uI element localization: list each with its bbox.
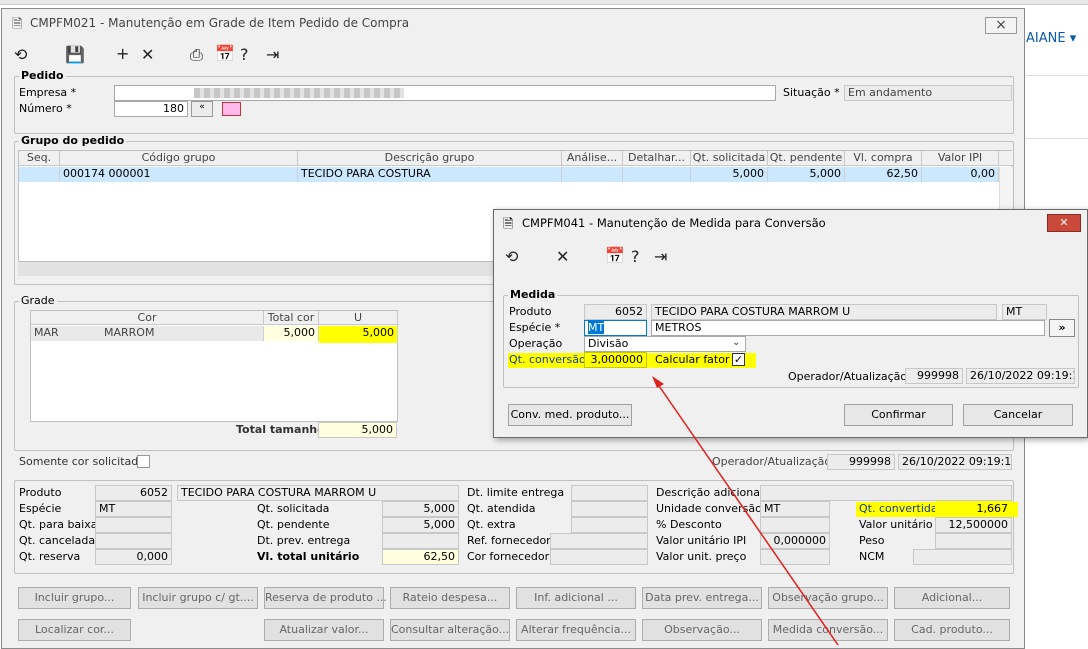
annotation-arrow	[652, 376, 839, 646]
arrow-head	[652, 376, 664, 388]
arrow-line	[656, 382, 839, 646]
